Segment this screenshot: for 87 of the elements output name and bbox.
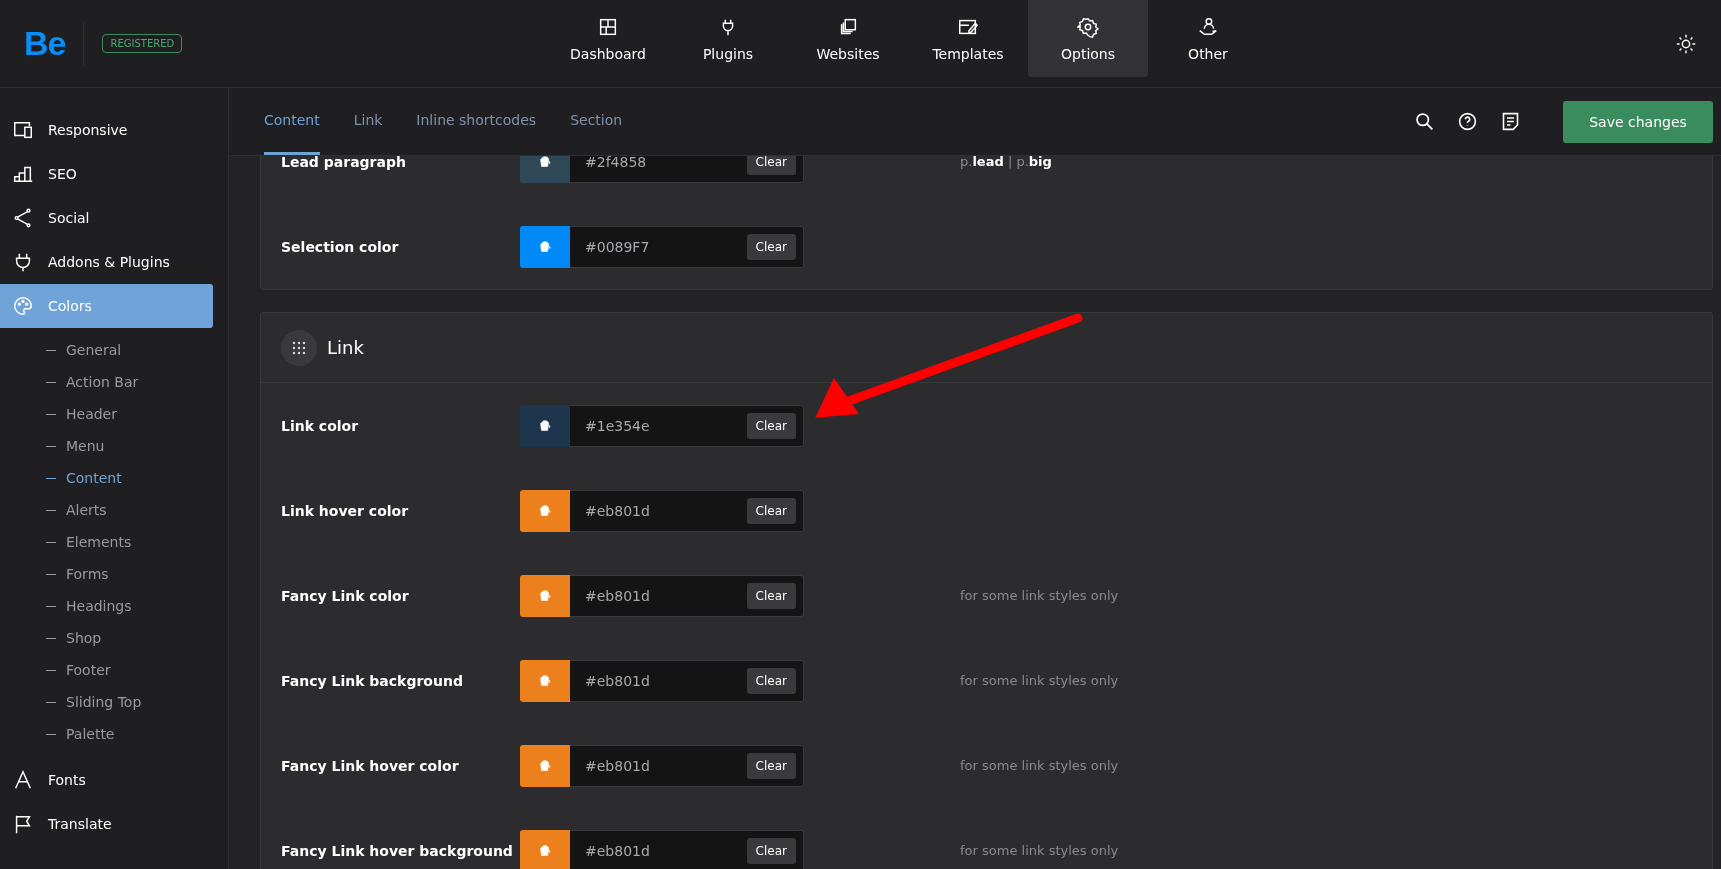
option-label: Link color (281, 417, 360, 434)
color-swatch[interactable] (520, 659, 570, 702)
option-note: p.lead | p.big (960, 156, 1052, 169)
sidebar-subitem[interactable]: Header (46, 398, 228, 430)
color-swatch[interactable] (520, 404, 570, 447)
paint-bucket-icon (538, 239, 552, 254)
nav-tab[interactable]: Dashboard (548, 0, 668, 77)
color-swatch[interactable] (520, 829, 570, 869)
sidebar-item[interactable]: SEO (0, 152, 213, 196)
sidebar-item[interactable]: Translate (0, 802, 213, 846)
color-swatch[interactable] (520, 744, 570, 787)
paint-bucket-icon (538, 503, 552, 518)
clear-button[interactable]: Clear (746, 412, 796, 439)
paint-bucket-icon (538, 418, 552, 433)
color-input-field[interactable]: #eb801d Clear (570, 829, 804, 869)
sidebar-item[interactable]: Social (0, 196, 213, 240)
clear-button[interactable]: Clear (746, 582, 796, 609)
option-label: Selection color (281, 238, 400, 255)
sun-icon[interactable] (1675, 32, 1697, 55)
option-label: Link hover color (281, 502, 410, 519)
paint-bucket-icon (538, 758, 552, 773)
option-note: for some link styles only (960, 758, 1119, 773)
paint-bucket-icon (538, 843, 552, 858)
clear-button[interactable]: Clear (746, 156, 796, 175)
color-input-field[interactable]: #eb801d Clear (570, 489, 804, 532)
option-label: Fancy Link background (281, 672, 464, 689)
option-note: for some link styles only (960, 588, 1119, 603)
paint-bucket-icon (538, 673, 552, 688)
palette-icon (12, 295, 34, 317)
option-label: Lead paragraph (281, 156, 407, 170)
person-hand-icon (1197, 15, 1219, 38)
sidebar-item[interactable]: Addons & Plugins (0, 240, 213, 284)
color-input-field[interactable]: #2f4858 Clear (570, 156, 804, 183)
option-label: Fancy Link color (281, 587, 410, 604)
color-input-field[interactable]: #eb801d Clear (570, 744, 804, 787)
color-swatch[interactable] (520, 574, 570, 617)
color-input-field[interactable]: #1e354e Clear (570, 404, 804, 447)
paint-bucket-icon (538, 156, 552, 169)
color-swatch[interactable] (520, 225, 570, 268)
clear-button[interactable]: Clear (746, 752, 796, 779)
paint-bucket-icon (538, 588, 552, 603)
sidebar-subitem[interactable]: Action Bar (46, 366, 228, 398)
sidebar-subitem[interactable]: General (46, 334, 228, 366)
clear-button[interactable]: Clear (746, 667, 796, 694)
section-title: Link (327, 337, 364, 358)
clear-button[interactable]: Clear (746, 233, 796, 260)
devices-icon (12, 119, 34, 141)
sidebar-item[interactable]: Responsive (0, 108, 213, 152)
sidebar-subitem[interactable]: Footer (46, 654, 228, 686)
logo[interactable]: Be (24, 24, 66, 63)
clear-button[interactable]: Clear (746, 497, 796, 524)
tab[interactable]: Inline shortcodes (416, 88, 537, 155)
option-label: Fancy Link hover background (281, 842, 514, 859)
option-label: Fancy Link hover color (281, 757, 460, 774)
sidebar-subitem[interactable]: Headings (46, 590, 228, 622)
sidebar-subitem[interactable]: Menu (46, 430, 228, 462)
nav-tab[interactable]: Other (1148, 0, 1268, 77)
note-icon[interactable] (1500, 111, 1521, 132)
color-input-field[interactable]: #eb801d Clear (570, 574, 804, 617)
tab[interactable]: Section (570, 88, 623, 155)
sidebar-subitem[interactable]: Palette (46, 718, 228, 750)
grid-dots-icon (281, 329, 317, 366)
search-icon[interactable] (1414, 111, 1435, 132)
sidebar-subitem[interactable]: Elements (46, 526, 228, 558)
clear-button[interactable]: Clear (746, 837, 796, 864)
save-button[interactable]: Save changes (1563, 100, 1713, 143)
tab[interactable]: Link (353, 88, 383, 155)
share-icon (12, 207, 34, 229)
letter-a-icon (12, 769, 34, 791)
sidebar-subitem[interactable]: Shop (46, 622, 228, 654)
nav-tab[interactable]: Templates (908, 0, 1028, 77)
nav-tab[interactable]: Websites (788, 0, 908, 77)
color-input-field[interactable]: #eb801d Clear (570, 659, 804, 702)
color-swatch[interactable] (520, 489, 570, 532)
option-note: for some link styles only (960, 843, 1119, 858)
sidebar-subitem[interactable]: Sliding Top (46, 686, 228, 718)
help-icon[interactable] (1457, 111, 1478, 132)
color-input-field[interactable]: #0089F7 Clear (570, 225, 804, 268)
sidebar-item[interactable]: Fonts (0, 758, 213, 802)
sidebar-subitem[interactable]: Content (46, 462, 228, 494)
nav-tab[interactable]: Plugins (668, 0, 788, 77)
sidebar-subitem[interactable]: Alerts (46, 494, 228, 526)
nav-tab[interactable]: Options (1028, 0, 1148, 77)
registered-badge: REGISTERED (102, 34, 183, 53)
option-note: for some link styles only (960, 673, 1119, 688)
gear-icon (1077, 15, 1099, 38)
sidebar-subitem[interactable]: Forms (46, 558, 228, 590)
